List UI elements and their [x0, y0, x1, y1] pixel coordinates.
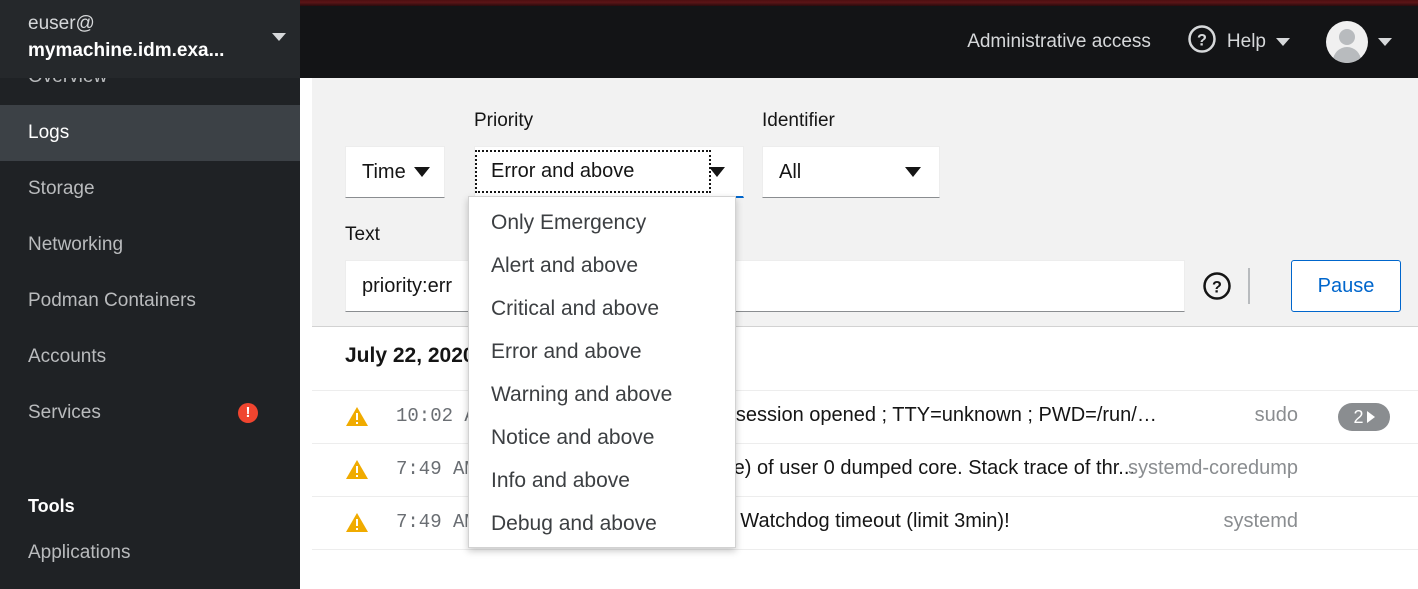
toolbar-divider	[1248, 268, 1250, 304]
sidebar-item-label: Storage	[28, 178, 95, 199]
sidebar-item-overview[interactable]: Overview	[0, 78, 300, 105]
avatar	[1326, 21, 1368, 63]
warning-triangle-icon	[345, 512, 369, 533]
sidebar-item-accounts[interactable]: Accounts	[0, 329, 300, 385]
sidebar-item-label: Podman Containers	[28, 290, 196, 311]
identifier-filter-dropdown[interactable]: All	[762, 146, 940, 198]
menu-item-debug-and-above[interactable]: Debug and above	[469, 502, 735, 545]
log-count-value: 2	[1353, 406, 1364, 427]
log-identifier: sudo	[1254, 404, 1298, 426]
log-identifier: systemd-coredump	[1127, 457, 1298, 479]
sidebar-group-tools: Tools	[28, 496, 75, 516]
menu-item-only-emergency[interactable]: Only Emergency	[469, 201, 735, 244]
administrative-access-label: Administrative access	[967, 31, 1151, 52]
identifier-filter-value: All	[779, 160, 802, 183]
sidebar-item-podman-containers[interactable]: Podman Containers	[0, 273, 300, 329]
menu-item-error-and-above[interactable]: Error and above	[469, 330, 735, 373]
warning-triangle-icon	[345, 406, 369, 427]
administrative-access-button[interactable]: Administrative access	[949, 6, 1169, 78]
priority-filter-value: Error and above	[475, 150, 711, 193]
sidebar-item-logs[interactable]: Logs	[0, 105, 300, 161]
time-filter-dropdown[interactable]: Time	[345, 146, 445, 198]
priority-field-label: Priority	[474, 110, 534, 131]
sidebar-item-services[interactable]: Services !	[0, 385, 300, 441]
warning-triangle-icon	[345, 459, 369, 480]
svg-text:?: ?	[1212, 278, 1222, 296]
sidebar-item-storage[interactable]: Storage	[0, 161, 300, 217]
priority-dropdown-menu: Only Emergency Alert and above Critical …	[468, 196, 736, 548]
search-help-icon[interactable]: ?	[1202, 271, 1232, 301]
host-switcher-user: euser@	[28, 13, 95, 34]
sidebar-item-label: Networking	[28, 234, 124, 255]
error-badge-icon: !	[238, 403, 258, 423]
cockpit-logs-page: euser@ mymachine.idm.exa... Overview Log…	[0, 0, 1418, 589]
sidebar-item-label: Services	[28, 402, 101, 423]
menu-item-notice-and-above[interactable]: Notice and above	[469, 416, 735, 459]
header-actions: Administrative access ? Help	[949, 6, 1410, 78]
sidebar-item-applications[interactable]: Applications	[0, 525, 300, 581]
sidebar-nav-scroll-content: Overview Logs Storage Networking Podman …	[0, 78, 300, 581]
chevron-down-icon	[709, 166, 725, 177]
menu-item-warning-and-above[interactable]: Warning and above	[469, 373, 735, 416]
text-field-label: Text	[345, 224, 380, 245]
sidebar-item-label: Overview	[28, 78, 107, 87]
question-circle-icon: ?	[1187, 24, 1217, 60]
table-row-partial	[312, 549, 1418, 589]
chevron-down-icon	[1378, 38, 1392, 46]
sidebar: euser@ mymachine.idm.exa... Overview Log…	[0, 0, 300, 589]
avatar-body	[1333, 47, 1361, 63]
pause-button[interactable]: Pause	[1291, 260, 1401, 312]
chevron-down-icon	[272, 33, 286, 41]
time-filter-value: Time	[362, 160, 406, 183]
priority-filter-dropdown[interactable]: Error and above	[474, 146, 744, 198]
host-switcher[interactable]: euser@ mymachine.idm.exa...	[0, 0, 300, 78]
avatar-head	[1339, 29, 1355, 45]
log-timestamp: 7:49 AM	[396, 511, 476, 533]
chevron-down-icon	[1276, 38, 1290, 46]
host-switcher-host: mymachine.idm.exa...	[28, 40, 225, 61]
sidebar-item-label: Accounts	[28, 346, 107, 367]
sidebar-item-networking[interactable]: Networking	[0, 217, 300, 273]
top-header: Administrative access ? Help	[300, 0, 1418, 78]
identifier-field-label: Identifier	[762, 110, 835, 131]
log-timestamp: 7:49 AM	[396, 458, 476, 480]
menu-item-alert-and-above[interactable]: Alert and above	[469, 244, 735, 287]
sidebar-divider	[0, 441, 300, 469]
log-count-badge[interactable]: 2	[1338, 403, 1390, 431]
log-date-header: July 22, 2020	[345, 344, 475, 367]
menu-item-info-and-above[interactable]: Info and above	[469, 459, 735, 502]
menu-item-critical-and-above[interactable]: Critical and above	[469, 287, 735, 330]
user-menu-button[interactable]	[1308, 6, 1410, 78]
log-identifier: systemd	[1223, 510, 1298, 532]
help-label: Help	[1226, 31, 1266, 52]
chevron-down-icon	[905, 167, 921, 177]
help-menu-button[interactable]: ? Help	[1169, 6, 1308, 78]
sidebar-item-label: Logs	[28, 122, 70, 143]
svg-text:?: ?	[1197, 31, 1207, 49]
sidebar-item-label: Applications	[28, 542, 131, 563]
chevron-right-icon	[1366, 411, 1375, 423]
sidebar-nav: Overview Logs Storage Networking Podman …	[0, 78, 300, 589]
chevron-down-icon	[414, 167, 430, 177]
